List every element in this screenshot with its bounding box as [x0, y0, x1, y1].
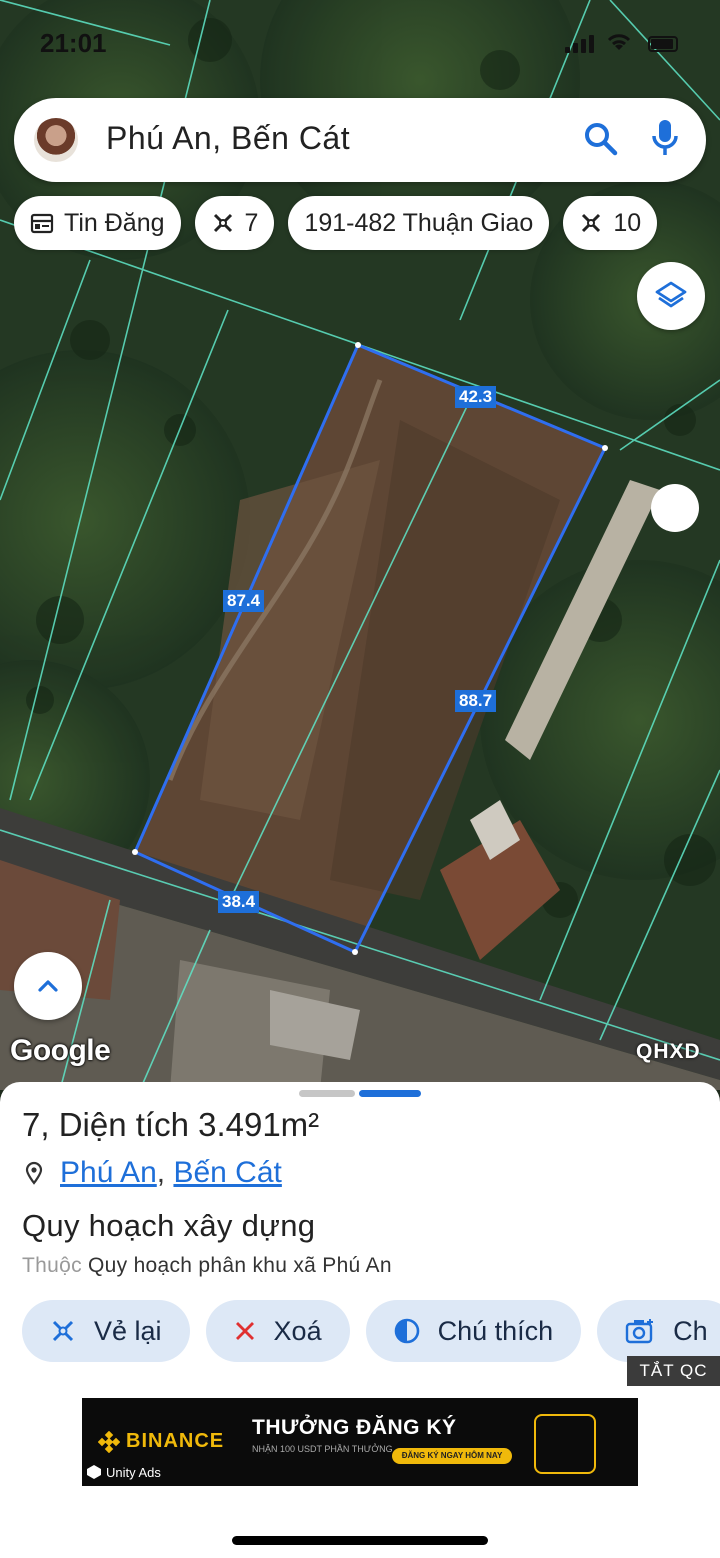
- search-bar[interactable]: Phú An, Bến Cát: [14, 98, 706, 182]
- measure-label-bottom: 38.4: [218, 891, 260, 913]
- planning-title: Quy hoạch xây dựng: [22, 1208, 316, 1243]
- action-label: Ch: [673, 1315, 708, 1346]
- chip-parcel-7[interactable]: 7: [194, 196, 275, 250]
- cellular-signal-icon: [565, 35, 594, 53]
- sheet-handle-active[interactable]: [359, 1090, 421, 1097]
- action-label: Chú thích: [437, 1315, 554, 1346]
- binance-logo-icon: [98, 1430, 120, 1453]
- search-icon[interactable]: [582, 120, 620, 158]
- chip-tin-dang[interactable]: Tin Đăng: [14, 196, 181, 250]
- layer-label: QHXD: [636, 1040, 701, 1063]
- planning-name: Quy hoạch phân khu xã Phú An: [88, 1254, 392, 1277]
- location-separator: ,: [156, 1156, 166, 1189]
- search-query[interactable]: Phú An, Bến Cát: [106, 120, 350, 157]
- layers-button[interactable]: [637, 262, 705, 330]
- avatar[interactable]: [34, 118, 78, 162]
- bottom-sheet[interactable]: 7, Diện tích 3.491m² Phú An, Bến Cát Quy…: [0, 1082, 720, 1558]
- camera-icon: [625, 1319, 654, 1344]
- ad-brand: BINANCE: [98, 1430, 224, 1453]
- district-link[interactable]: Bến Cát: [173, 1156, 281, 1189]
- action-buttons: Vẻ lại Xoá Chú thích Ch: [22, 1300, 720, 1362]
- calendar-icon: [30, 213, 54, 234]
- ad-subline: NHẬN 100 USDT PHẦN THƯỞNG: [252, 1444, 393, 1454]
- parcel-title: 7, Diện tích 3.491m²: [22, 1106, 320, 1143]
- action-label: Vẻ lại: [94, 1315, 162, 1346]
- layers-icon: [655, 281, 687, 308]
- redraw-button[interactable]: Vẻ lại: [22, 1300, 190, 1362]
- planning-prefix: Thuộc: [22, 1254, 82, 1277]
- legend-button[interactable]: Chú thích: [365, 1300, 582, 1362]
- battery-icon: [648, 36, 678, 52]
- unity-logo-icon: [87, 1465, 101, 1479]
- measure-label-left: 87.4: [223, 590, 265, 612]
- draw-icon: [582, 213, 601, 233]
- ad-network: Unity Ads: [86, 1464, 161, 1480]
- ad-headline: THƯỞNG ĐĂNG KÝ: [252, 1416, 457, 1439]
- status-bar: 21:01: [0, 22, 720, 66]
- expand-up-button[interactable]: [14, 952, 82, 1020]
- commune-link[interactable]: Phú An: [60, 1156, 157, 1189]
- ad-cta[interactable]: ĐĂNG KÝ NGAY HÔM NAY: [392, 1448, 512, 1464]
- chip-label: 191-482 Thuận Giao: [304, 208, 534, 237]
- ad-graphic-icon: [534, 1414, 596, 1474]
- capture-button[interactable]: Ch: [597, 1300, 720, 1362]
- contrast-icon: [394, 1318, 419, 1344]
- action-label: Xoá: [273, 1315, 322, 1346]
- chip-label: 10: [613, 208, 642, 237]
- location-pin-icon: [25, 1161, 43, 1185]
- chip-address[interactable]: 191-482 Thuận Giao: [288, 196, 550, 250]
- sheet-handle[interactable]: [299, 1090, 355, 1097]
- wifi-icon: [607, 34, 631, 50]
- microphone-icon[interactable]: [650, 118, 680, 160]
- ad-brand-text: BINANCE: [126, 1430, 225, 1452]
- measure-label-top: 42.3: [455, 386, 497, 408]
- chip-parcel-10[interactable]: 10: [563, 196, 658, 250]
- ad-network-label: Unity Ads: [106, 1464, 161, 1480]
- ad-banner[interactable]: BINANCE THƯỞNG ĐĂNG KÝ NHẬN 100 USDT PHẦ…: [82, 1398, 638, 1486]
- home-indicator[interactable]: [232, 1536, 488, 1545]
- planning-subtitle: Thuộc Quy hoạch phân khu xã Phú An: [22, 1254, 392, 1278]
- chip-label: 7: [244, 208, 259, 237]
- hide-ads-button[interactable]: TẮT QC: [627, 1356, 720, 1386]
- redraw-icon: [52, 1320, 74, 1342]
- status-time: 21:01: [40, 28, 107, 58]
- delete-button[interactable]: Xoá: [205, 1300, 350, 1362]
- filter-chips: Tin Đăng 7 191-482 Thuận Giao 10: [14, 196, 658, 250]
- close-icon: [235, 1322, 254, 1340]
- chevron-up-icon: [38, 980, 58, 992]
- chip-label: Tin Đăng: [64, 208, 165, 237]
- parcel-location: Phú An, Bến Cát: [24, 1156, 282, 1190]
- map-view[interactable]: 42.3 87.4 88.7 38.4 21:01 Phú An, Bến Cá…: [0, 0, 720, 1090]
- measure-label-right: 88.7: [455, 690, 497, 712]
- draw-icon: [213, 213, 232, 233]
- map-side-handle[interactable]: [651, 484, 699, 532]
- google-logo: Google: [10, 1034, 111, 1067]
